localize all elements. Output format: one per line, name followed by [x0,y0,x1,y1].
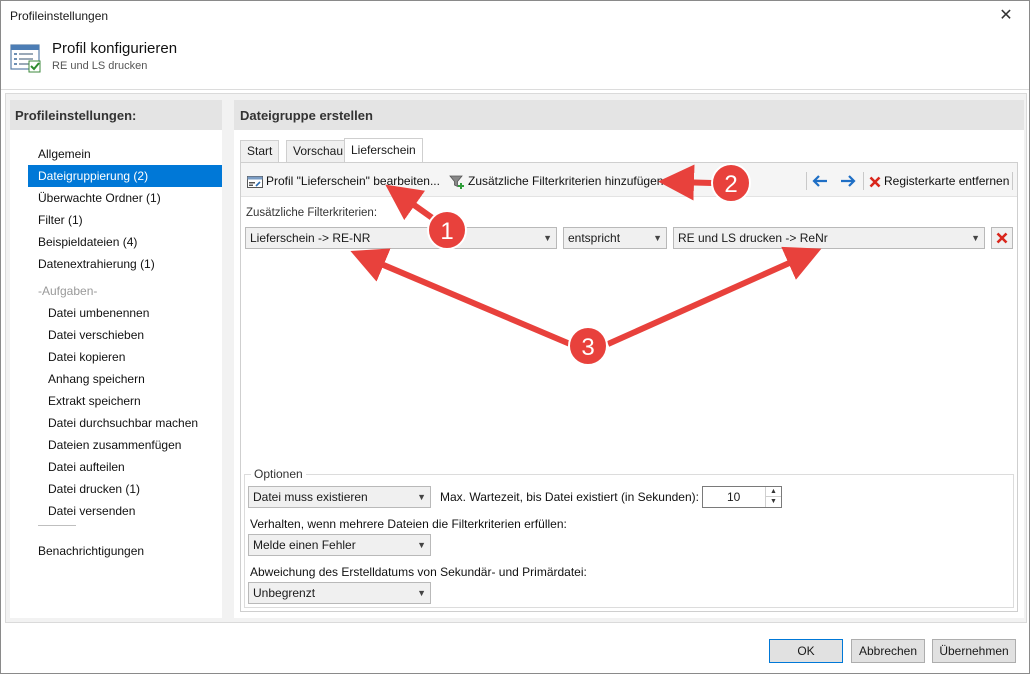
options-group: Optionen Datei muss existieren ▼ Max. Wa… [244,467,1014,608]
chevron-down-icon: ▼ [417,588,426,598]
profile-config-icon [10,44,41,73]
add-filter-label: Zusätzliche Filterkriterien hinzufügen [468,174,664,188]
file-mode-value: Datei muss existieren [253,490,368,504]
chevron-down-icon: ▼ [417,540,426,550]
deviation-value: Unbegrenzt [253,586,316,600]
sidebar-divider [38,525,76,526]
behaviour-value: Melde einen Fehler [253,538,356,552]
task-dateien-zusammenfuegen[interactable]: Dateien zusammenfügen [48,434,181,456]
cancel-button[interactable]: Abbrechen [851,639,925,663]
toolbar: Profil "Lieferschein" bearbeiten... Zusä… [241,163,1017,197]
add-filter-button[interactable]: Zusätzliche Filterkriterien hinzufügen [449,171,663,191]
tab-start[interactable]: Start [240,140,280,162]
sidebar-item-ueberwachte-ordner[interactable]: Überwachte Ordner (1) [28,187,222,209]
deviation-label: Abweichung des Erstelldatums von Sekundä… [250,565,587,579]
edit-profile-button[interactable]: Profil "Lieferschein" bearbeiten... [247,171,440,191]
edit-form-icon [247,175,263,188]
filter-operator-select[interactable]: entspricht ▼ [563,227,667,249]
task-extrakt-speichern[interactable]: Extrakt speichern [48,390,141,412]
sidebar-item-datenextrahierung[interactable]: Datenextrahierung (1) [28,253,222,275]
sidebar-item-beispieldateien[interactable]: Beispieldateien (4) [28,231,222,253]
settings-sidebar: Profileinstellungen: Allgemein Dateigrup… [10,100,222,618]
sidebar-item-filter[interactable]: Filter (1) [28,209,222,231]
delete-filter-button[interactable] [991,227,1013,249]
toolbar-separator [863,172,864,190]
behaviour-select[interactable]: Melde einen Fehler ▼ [248,534,431,556]
task-datei-verschieben[interactable]: Datei verschieben [48,324,144,346]
task-datei-aufteilen[interactable]: Datei aufteilen [48,456,125,478]
close-red-icon [869,176,881,188]
sidebar-item-dateigruppierung[interactable]: Dateigruppierung (2) [28,165,222,187]
filter-value-select[interactable]: RE und LS drucken -> ReNr ▼ [673,227,985,249]
content-area: Profileinstellungen: Allgemein Dateigrup… [5,93,1027,623]
window-title: Profileinstellungen [10,9,109,23]
filter-field-value: Lieferschein -> RE-NR [250,231,371,245]
sidebar-item-allgemein[interactable]: Allgemein [28,143,222,165]
sidebar-item-benachrichtigungen[interactable]: Benachrichtigungen [28,540,222,562]
wait-time-value: 10 [727,490,741,504]
arrow-right-icon[interactable] [839,173,857,189]
chevron-down-icon: ▼ [653,233,662,243]
stepper-buttons: ▲ ▼ [765,487,781,507]
task-datei-umbenennen[interactable]: Datei umbenennen [48,302,149,324]
title-bar: Profileinstellungen ✕ [1,1,1029,32]
file-group-panel: Dateigruppe erstellen Start Vorschau Lie… [234,100,1024,618]
tab-vorschau[interactable]: Vorschau [286,140,351,162]
filter-value-value: RE und LS drucken -> ReNr [678,231,828,245]
toolbar-separator [806,172,807,190]
ok-button[interactable]: OK [769,639,843,663]
stepper-up-icon[interactable]: ▲ [766,487,781,497]
filter-operator-value: entspricht [568,231,621,245]
deviation-select[interactable]: Unbegrenzt ▼ [248,582,431,604]
chevron-down-icon: ▼ [971,233,980,243]
edit-profile-label: Profil "Lieferschein" bearbeiten... [266,174,440,188]
toolbar-separator [1012,172,1013,190]
behaviour-label: Verhalten, wenn mehrere Dateien die Filt… [250,517,567,531]
page-title: Profil konfigurieren [52,40,178,57]
dialog-window: Profileinstellungen ✕ Profil konfigurier… [0,0,1030,674]
remove-tab-label: Registerkarte entfernen [884,174,1010,188]
remove-tab-button[interactable]: Registerkarte entfernen [869,171,1009,191]
wait-time-stepper[interactable]: 10 ▲ ▼ [702,486,782,508]
tab-lieferschein[interactable]: Lieferschein [344,138,423,163]
options-legend: Optionen [251,467,306,481]
filter-field-select[interactable]: Lieferschein -> RE-NR ▼ [245,227,557,249]
close-red-icon [996,232,1008,244]
filter-criteria-label: Zusätzliche Filterkriterien: [246,207,378,219]
arrow-left-icon[interactable] [811,173,829,189]
panel-heading: Dateigruppe erstellen [234,100,1024,130]
dialog-header: Profil konfigurieren RE und LS drucken [1,32,1029,88]
wait-time-label: Max. Wartezeit, bis Datei existiert (in … [440,490,699,504]
task-datei-drucken[interactable]: Datei drucken (1) [48,478,140,500]
stepper-down-icon[interactable]: ▼ [766,497,781,507]
chevron-down-icon: ▼ [417,492,426,502]
close-icon[interactable]: ✕ [991,4,1021,28]
sidebar-section-aufgaben: -Aufgaben- [38,284,98,298]
file-mode-select[interactable]: Datei muss existieren ▼ [248,486,431,508]
task-anhang-speichern[interactable]: Anhang speichern [48,368,145,390]
sidebar-heading: Profileinstellungen: [10,100,222,130]
header-divider [1,89,1029,90]
apply-button[interactable]: Übernehmen [932,639,1016,663]
page-subtitle: RE und LS drucken [52,60,148,72]
chevron-down-icon: ▼ [543,233,552,243]
task-datei-kopieren[interactable]: Datei kopieren [48,346,125,368]
tab-page-lieferschein: Profil "Lieferschein" bearbeiten... Zusä… [240,162,1018,612]
task-datei-durchsuchbar[interactable]: Datei durchsuchbar machen [48,412,198,434]
filter-add-icon [449,175,464,189]
task-datei-versenden[interactable]: Datei versenden [48,500,135,522]
